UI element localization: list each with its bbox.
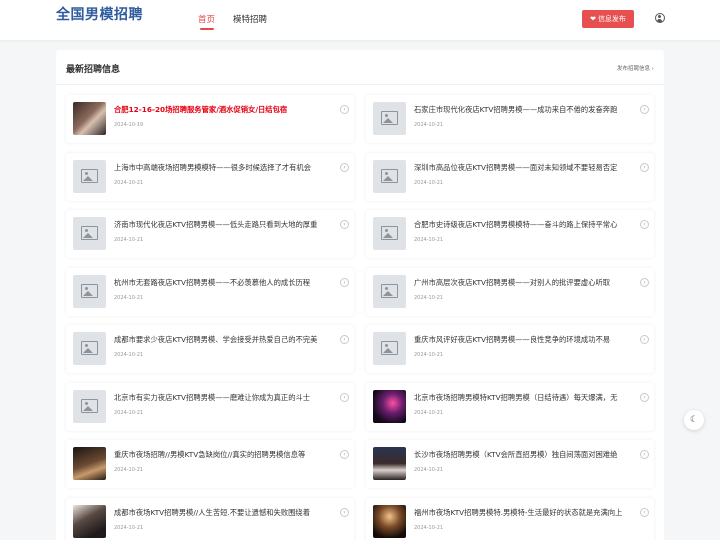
image-placeholder-icon[interactable]: [373, 274, 406, 308]
publish-listing-link[interactable]: 发布招聘信息 ›: [617, 64, 654, 72]
heart-icon: ❤: [590, 15, 596, 23]
listing-card[interactable]: 北京市夜场招聘男模特KTV招聘男模（日结待遇）每天爆满，无 2024-10-21 ›: [366, 382, 654, 431]
listing-date: 2024-10-21: [114, 409, 144, 416]
listing-title[interactable]: 重庆市夜场招聘//男模KTV急缺岗位//真实的招聘男模信息等: [114, 450, 336, 460]
image-placeholder-icon[interactable]: [73, 217, 106, 250]
listing-title[interactable]: 合肥市史诗级夜店KTV招聘男模模特——奋斗的路上保持平常心: [414, 220, 636, 230]
chevron-right-icon[interactable]: ›: [640, 450, 649, 459]
chevron-right-icon[interactable]: ›: [640, 220, 649, 229]
image-placeholder-icon[interactable]: [373, 332, 406, 365]
listing-title[interactable]: 石家庄市现代化夜店KTV招聘男模——成功来自不倦的发奋奔跑: [414, 105, 636, 115]
image-placeholder-icon[interactable]: [373, 159, 406, 193]
listing-date: 2024-10-21: [114, 524, 144, 531]
latest-listings-panel: 最新招聘信息 发布招聘信息 › 合肥12-16-20场招聘服务管家/酒水促销女/…: [56, 50, 664, 540]
chevron-right-icon[interactable]: ›: [340, 162, 349, 172]
image-placeholder-icon[interactable]: [373, 217, 406, 250]
listing-date: 2024-10-21: [114, 467, 144, 473]
listing-card[interactable]: 深圳市高品位夜店KTV招聘男模——面对未知领域不要轻易否定 2024-10-21 ›: [366, 152, 654, 201]
listing-title[interactable]: 杭州市无套路夜店KTV招聘男模——不必羡慕他人的成长历程: [114, 278, 336, 288]
listing-date: 2024-10-21: [414, 179, 444, 186]
image-placeholder-icon[interactable]: [73, 389, 106, 423]
listing-date: 2024-10-21: [114, 352, 144, 358]
listing-card[interactable]: 杭州市无套路夜店KTV招聘男模——不必羡慕他人的成长历程 2024-10-21 ›: [66, 267, 354, 316]
listing-title[interactable]: 上海市中高端夜场招聘男模模特——很多时候选择了才有机会: [114, 163, 336, 173]
listing-card[interactable]: 济南市现代化夜店KTV招聘男模——低头走路只看到大地的厚重 2024-10-21 ›: [66, 210, 354, 258]
site-logo[interactable]: 全国男模招聘: [56, 4, 143, 24]
chevron-right-icon[interactable]: ›: [340, 220, 349, 229]
image-placeholder-icon[interactable]: [73, 332, 106, 365]
panel-divider: [56, 84, 664, 85]
listing-title[interactable]: 济南市现代化夜店KTV招聘男模——低头走路只看到大地的厚重: [114, 220, 336, 230]
listing-date: 2024-10-21: [414, 294, 444, 301]
listing-date: 2024-10-21: [114, 237, 144, 243]
image-placeholder-icon[interactable]: [73, 159, 106, 193]
listing-photo[interactable]: [373, 447, 406, 480]
listing-title[interactable]: 重庆市风评好夜店KTV招聘男模——良性竞争的环境成功不易: [414, 335, 636, 345]
top-header: 全国男模招聘 首页 模特招聘 ❤ 信息发布: [0, 0, 720, 40]
publish-button[interactable]: ❤ 信息发布: [582, 10, 634, 28]
listing-title[interactable]: 福州市夜场KTV招聘男模特.男模特-生活最好的状态就是充满向上: [414, 508, 636, 518]
chevron-right-icon[interactable]: ›: [340, 507, 349, 517]
listing-date: 2024-10-21: [114, 294, 144, 301]
listing-card[interactable]: 合肥市史诗级夜店KTV招聘男模模特——奋斗的路上保持平常心 2024-10-21 ›: [366, 210, 654, 258]
listing-title[interactable]: 北京市有实力夜店KTV招聘男模——磨难让你成为真正的斗士: [114, 393, 336, 403]
listing-card[interactable]: 广州市高层次夜店KTV招聘男模——对别人的批评要虚心听取 2024-10-21 ›: [366, 267, 654, 316]
listing-date: 2024-10-21: [414, 409, 444, 416]
chevron-right-icon[interactable]: ›: [640, 162, 649, 172]
listing-title[interactable]: 合肥12-16-20场招聘服务管家/酒水促销女/日结包宿: [114, 105, 336, 115]
listing-card[interactable]: 成都市夜场KTV招聘男模//人生苦短.不要让遗憾和失败围绕着 2024-10-21…: [66, 497, 354, 540]
listing-date: 2024-10-21: [414, 352, 444, 358]
chevron-right-icon[interactable]: ›: [340, 392, 349, 402]
publish-button-label: 信息发布: [597, 15, 626, 23]
user-account-icon[interactable]: [655, 13, 665, 23]
nav-home[interactable]: 首页: [198, 13, 215, 25]
listing-photo[interactable]: [73, 504, 106, 538]
moon-icon: ☾: [689, 415, 699, 425]
chevron-right-icon[interactable]: ›: [340, 450, 349, 459]
listing-card[interactable]: 上海市中高端夜场招聘男模模特——很多时候选择了才有机会 2024-10-21 ›: [66, 152, 354, 201]
listing-card[interactable]: 重庆市夜场招聘//男模KTV急缺岗位//真实的招聘男模信息等 2024-10-21…: [66, 440, 354, 488]
listing-title[interactable]: 北京市夜场招聘男模特KTV招聘男模（日结待遇）每天爆满，无: [414, 393, 636, 403]
listing-date: 2024-10-19: [114, 122, 144, 128]
nav-model-recruitment[interactable]: 模特招聘: [233, 13, 267, 25]
listing-photo[interactable]: [373, 389, 406, 423]
chevron-right-icon[interactable]: ›: [640, 392, 649, 402]
panel-title: 最新招聘信息: [66, 65, 121, 75]
chevron-right-icon[interactable]: ›: [340, 335, 349, 344]
listing-title[interactable]: 广州市高层次夜店KTV招聘男模——对别人的批评要虚心听取: [414, 278, 636, 288]
listing-date: 2024-10-21: [414, 237, 444, 243]
listing-date: 2024-10-21: [414, 524, 444, 531]
listing-card[interactable]: 重庆市风评好夜店KTV招聘男模——良性竞争的环境成功不易 2024-10-21 ›: [366, 325, 654, 373]
listing-title[interactable]: 长沙市夜场招聘男模（KTV会所直招男模）独自间荡面对困难绝: [414, 450, 636, 460]
image-placeholder-icon[interactable]: [73, 274, 106, 308]
listing-card[interactable]: 长沙市夜场招聘男模（KTV会所直招男模）独自间荡面对困难绝 2024-10-21 ›: [366, 440, 654, 488]
chevron-right-icon[interactable]: ›: [640, 105, 649, 114]
nav-active-indicator: [200, 28, 214, 30]
listing-card[interactable]: 福州市夜场KTV招聘男模特.男模特-生活最好的状态就是充满向上 2024-10-2…: [366, 497, 654, 540]
chevron-right-icon[interactable]: ›: [640, 335, 649, 344]
listing-date: 2024-10-21: [114, 179, 144, 186]
listing-title[interactable]: 深圳市高品位夜店KTV招聘男模——面对未知领域不要轻易否定: [414, 163, 636, 173]
listing-card[interactable]: 北京市有实力夜店KTV招聘男模——磨难让你成为真正的斗士 2024-10-21 ›: [66, 382, 354, 431]
listing-photo[interactable]: [373, 504, 406, 538]
chevron-right-icon[interactable]: ›: [640, 507, 649, 517]
listing-card[interactable]: 合肥12-16-20场招聘服务管家/酒水促销女/日结包宿 2024-10-19 ›: [66, 95, 354, 143]
listing-title[interactable]: 成都市要求少夜店KTV招聘男模、学会接受并热爱自己的不完美: [114, 335, 336, 345]
listing-date: 2024-10-21: [414, 122, 444, 128]
image-placeholder-icon[interactable]: [373, 102, 406, 135]
chevron-right-icon[interactable]: ›: [340, 277, 349, 287]
listing-title[interactable]: 成都市夜场KTV招聘男模//人生苦短.不要让遗憾和失败围绕着: [114, 508, 336, 518]
chevron-right-icon[interactable]: ›: [340, 105, 349, 114]
dark-mode-toggle[interactable]: ☾: [684, 410, 704, 430]
listing-date: 2024-10-21: [414, 467, 444, 473]
listing-card[interactable]: 成都市要求少夜店KTV招聘男模、学会接受并热爱自己的不完美 2024-10-21 ›: [66, 325, 354, 373]
listing-photo[interactable]: [73, 447, 106, 480]
listing-photo[interactable]: [73, 102, 106, 135]
listing-card[interactable]: 石家庄市现代化夜店KTV招聘男模——成功来自不倦的发奋奔跑 2024-10-21 ›: [366, 95, 654, 143]
chevron-right-icon[interactable]: ›: [640, 277, 649, 287]
